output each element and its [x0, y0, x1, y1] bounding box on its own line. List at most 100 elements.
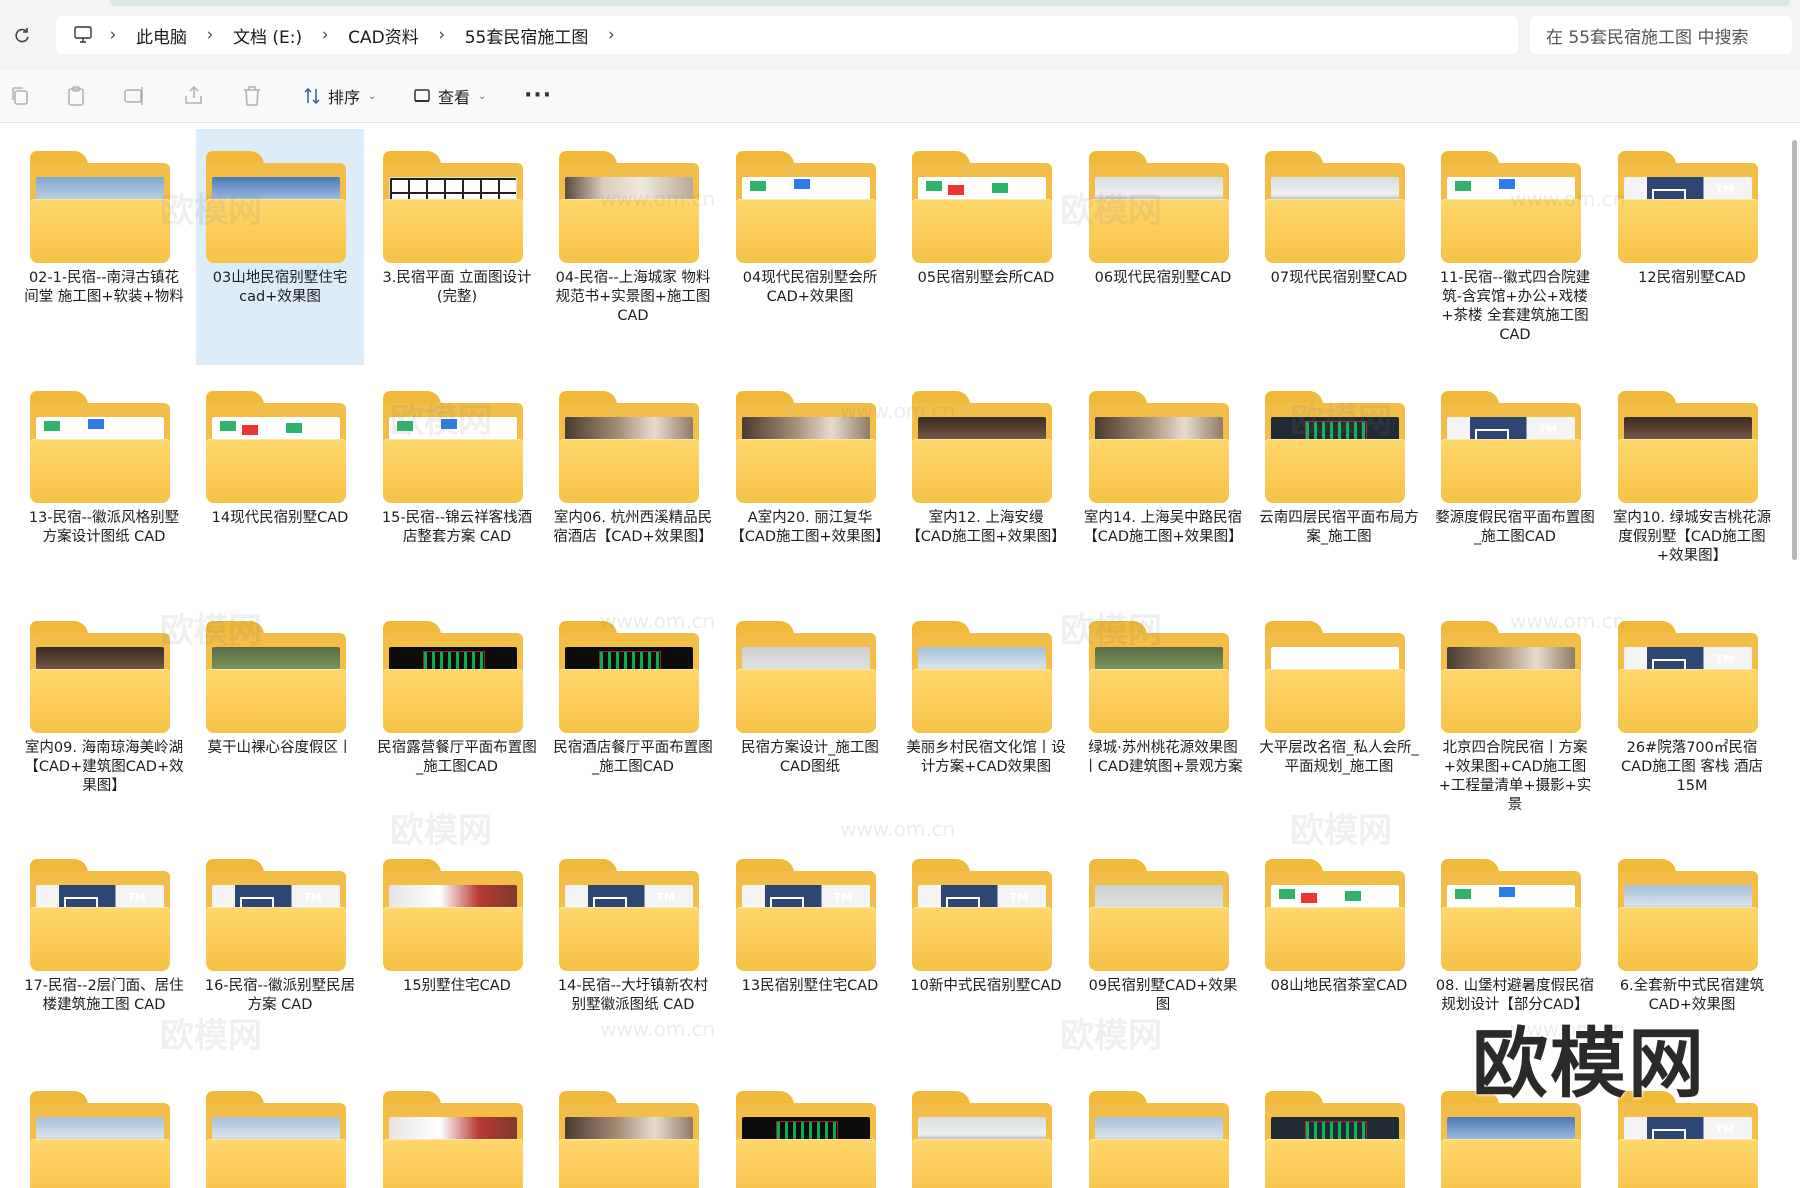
folder-icon [736, 1091, 876, 1188]
folder-item[interactable]: 3.民宿平面 立面图设计(完整) [373, 129, 541, 365]
folder-icon [1265, 859, 1405, 971]
folder-item[interactable]: TM 13民宿别墅住宅CAD [726, 837, 894, 1065]
folder-item[interactable] [726, 1069, 894, 1188]
folder-item[interactable]: TM 16-民宿--徽派别墅民居方案 CAD [196, 837, 364, 1065]
folder-item[interactable]: 04-民宿--上海城家 物料规范书+实景图+施工图 CAD [549, 129, 717, 365]
chevron-right-icon[interactable]: › [193, 16, 227, 54]
folder-item[interactable]: 05民宿别墅会所CAD [902, 129, 1070, 365]
folder-item[interactable]: 06现代民宿别墅CAD [1079, 129, 1247, 365]
folder-icon [1089, 151, 1229, 263]
folder-icon [30, 391, 170, 503]
folder-item[interactable]: 室内09. 海南琼海美岭湖【CAD+建筑图CAD+效果图】 [20, 599, 188, 831]
folder-icon [912, 391, 1052, 503]
delete-icon[interactable] [240, 84, 264, 108]
vertical-scrollbar[interactable] [1792, 140, 1797, 560]
folder-name: 民宿方案设计_施工图CAD图纸 [741, 740, 879, 775]
folder-item[interactable]: 14现代民宿别墅CAD [196, 369, 364, 593]
folder-item[interactable]: 15-民宿--锦云祥客栈酒店整套方案 CAD [373, 369, 541, 593]
folder-icon [383, 621, 523, 733]
folder-name: 10新中式民宿别墅CAD [910, 978, 1062, 994]
folder-item[interactable]: 15别墅住宅CAD [373, 837, 541, 1065]
folder-item[interactable] [373, 1069, 541, 1188]
folder-item[interactable]: TM 14-民宿--大圩镇新农村别墅徽派图纸 CAD [549, 837, 717, 1065]
folder-item[interactable] [1255, 1069, 1423, 1188]
folder-item[interactable] [902, 1069, 1070, 1188]
folder-name: 14-民宿--大圩镇新农村别墅徽派图纸 CAD [557, 978, 709, 1013]
folder-item[interactable]: 美丽乡村民宿文化馆丨设计方案+CAD效果图 [902, 599, 1070, 831]
folder-item[interactable] [549, 1069, 717, 1188]
folder-item[interactable]: TM 17-民宿--2层门面、居住楼建筑施工图 CAD [20, 837, 188, 1065]
folder-item[interactable]: TM 婺源度假民宿平面布置图_施工图CAD [1431, 369, 1599, 593]
breadcrumb-item[interactable]: 55套民宿施工图 [459, 23, 595, 48]
folder-item[interactable]: 室内10. 绿城安吉桃花源度假别墅【CAD施工图+效果图】 [1608, 369, 1776, 593]
breadcrumb-item[interactable]: CAD资料 [342, 23, 425, 48]
folder-name: 民宿露营餐厅平面布置图_施工图CAD [377, 740, 537, 775]
folder-icon [1089, 1091, 1229, 1188]
folder-item[interactable]: A室内20. 丽江复华【CAD施工图+效果图】 [726, 369, 894, 593]
chevron-right-icon[interactable]: › [425, 16, 459, 54]
folder-name: 07现代民宿别墅CAD [1270, 270, 1408, 286]
this-pc-icon[interactable] [70, 22, 96, 48]
folder-item[interactable]: 08山地民宿茶室CAD [1255, 837, 1423, 1065]
folder-item[interactable]: 室内12. 上海安缦【CAD施工图+效果图】 [902, 369, 1070, 593]
breadcrumb-item[interactable]: 此电脑 [130, 23, 193, 48]
folder-item[interactable]: 民宿酒店餐厅平面布置图_施工图CAD [549, 599, 717, 831]
folder-name: 11-民宿--徽式四合院建筑-含宾馆+办公+戏楼+茶楼 全套建筑施工图CAD [1439, 270, 1591, 343]
rename-icon[interactable] [122, 84, 146, 108]
folder-icon [736, 621, 876, 733]
folder-name: 02-1-民宿--南浔古镇花间堂 施工图+软装+物料 [24, 270, 184, 305]
breadcrumb-item[interactable]: 文档 (E:) [227, 23, 308, 48]
folder-icon [383, 151, 523, 263]
folder-item[interactable]: 07现代民宿别墅CAD [1255, 129, 1423, 365]
folder-icon: TM [30, 859, 170, 971]
sort-button[interactable]: 排序 ⌄ [302, 80, 376, 112]
folder-name: 室内10. 绿城安吉桃花源度假别墅【CAD施工图+效果图】 [1612, 510, 1772, 564]
folder-item[interactable]: 北京四合院民宿丨方案+效果图+CAD施工图+工程量清单+摄影+实景 [1431, 599, 1599, 831]
folder-item[interactable] [20, 1069, 188, 1188]
folder-name: 3.民宿平面 立面图设计(完整) [382, 270, 532, 305]
chevron-right-icon[interactable]: › [308, 16, 342, 54]
folder-item[interactable]: 02-1-民宿--南浔古镇花间堂 施工图+软装+物料 [20, 129, 188, 365]
view-label: 查看 [438, 88, 471, 107]
share-icon[interactable] [182, 84, 206, 108]
folder-item[interactable]: 莫干山裸心谷度假区丨 [196, 599, 364, 831]
folder-icon [383, 859, 523, 971]
search-input[interactable]: 在 55套民宿施工图 中搜索 [1530, 16, 1792, 54]
folder-item[interactable]: 绿城·苏州桃花源效果图丨CAD建筑图+景观方案 [1079, 599, 1247, 831]
folder-item[interactable] [196, 1069, 364, 1188]
refresh-icon[interactable] [8, 22, 36, 50]
folder-item[interactable] [1079, 1069, 1247, 1188]
folder-item[interactable]: 室内14. 上海吴中路民宿【CAD施工图+效果图】 [1079, 369, 1247, 593]
folder-item[interactable]: 11-民宿--徽式四合院建筑-含宾馆+办公+戏楼+茶楼 全套建筑施工图CAD [1431, 129, 1599, 365]
folder-icon: TM [736, 859, 876, 971]
folder-item[interactable]: 民宿露营餐厅平面布置图_施工图CAD [373, 599, 541, 831]
chevron-right-icon[interactable]: › [594, 16, 628, 54]
folder-name: 民宿酒店餐厅平面布置图_施工图CAD [553, 740, 713, 775]
folder-item[interactable]: 民宿方案设计_施工图CAD图纸 [726, 599, 894, 831]
folder-item[interactable]: TM 12民宿别墅CAD [1608, 129, 1776, 365]
folder-name: 03山地民宿别墅住宅cad+效果图 [212, 270, 348, 305]
paste-icon[interactable] [64, 84, 88, 108]
address-bar[interactable]: › 此电脑 › 文档 (E:) › CAD资料 › 55套民宿施工图 › [56, 16, 1518, 54]
folder-item[interactable]: 13-民宿--徽派风格别墅方案设计图纸 CAD [20, 369, 188, 593]
folder-name: 13民宿别墅住宅CAD [741, 978, 879, 994]
folder-item[interactable]: 03山地民宿别墅住宅cad+效果图 [196, 129, 364, 365]
folder-item[interactable]: 09民宿别墅CAD+效果图 [1079, 837, 1247, 1065]
more-options-icon[interactable]: ··· [524, 83, 552, 108]
chevron-right-icon[interactable]: › [96, 16, 130, 54]
address-bar-row: › 此电脑 › 文档 (E:) › CAD资料 › 55套民宿施工图 › 在 5… [0, 0, 1800, 70]
folder-item[interactable]: 云南四层民宿平面布局方案_施工图 [1255, 369, 1423, 593]
copy-icon[interactable] [8, 84, 32, 108]
folder-item[interactable]: TM 10新中式民宿别墅CAD [902, 837, 1070, 1065]
folder-item[interactable]: 04现代民宿别墅会所CAD+效果图 [726, 129, 894, 365]
folder-item[interactable]: TM 26#院落700㎡民宿CAD施工图 客栈 酒店 15M [1608, 599, 1776, 831]
folder-name: 12民宿别墅CAD [1638, 270, 1746, 286]
view-button[interactable]: 查看 ⌄ [412, 80, 486, 112]
folder-icon [383, 1091, 523, 1188]
folder-icon [559, 621, 699, 733]
folder-icon [1265, 391, 1405, 503]
folder-item[interactable]: 室内06. 杭州西溪精品民宿酒店【CAD+效果图】 [549, 369, 717, 593]
folder-icon [1441, 151, 1581, 263]
folder-icon [30, 1091, 170, 1188]
folder-item[interactable]: 大平层改名宿_私人会所_平面规划_施工图 [1255, 599, 1423, 831]
